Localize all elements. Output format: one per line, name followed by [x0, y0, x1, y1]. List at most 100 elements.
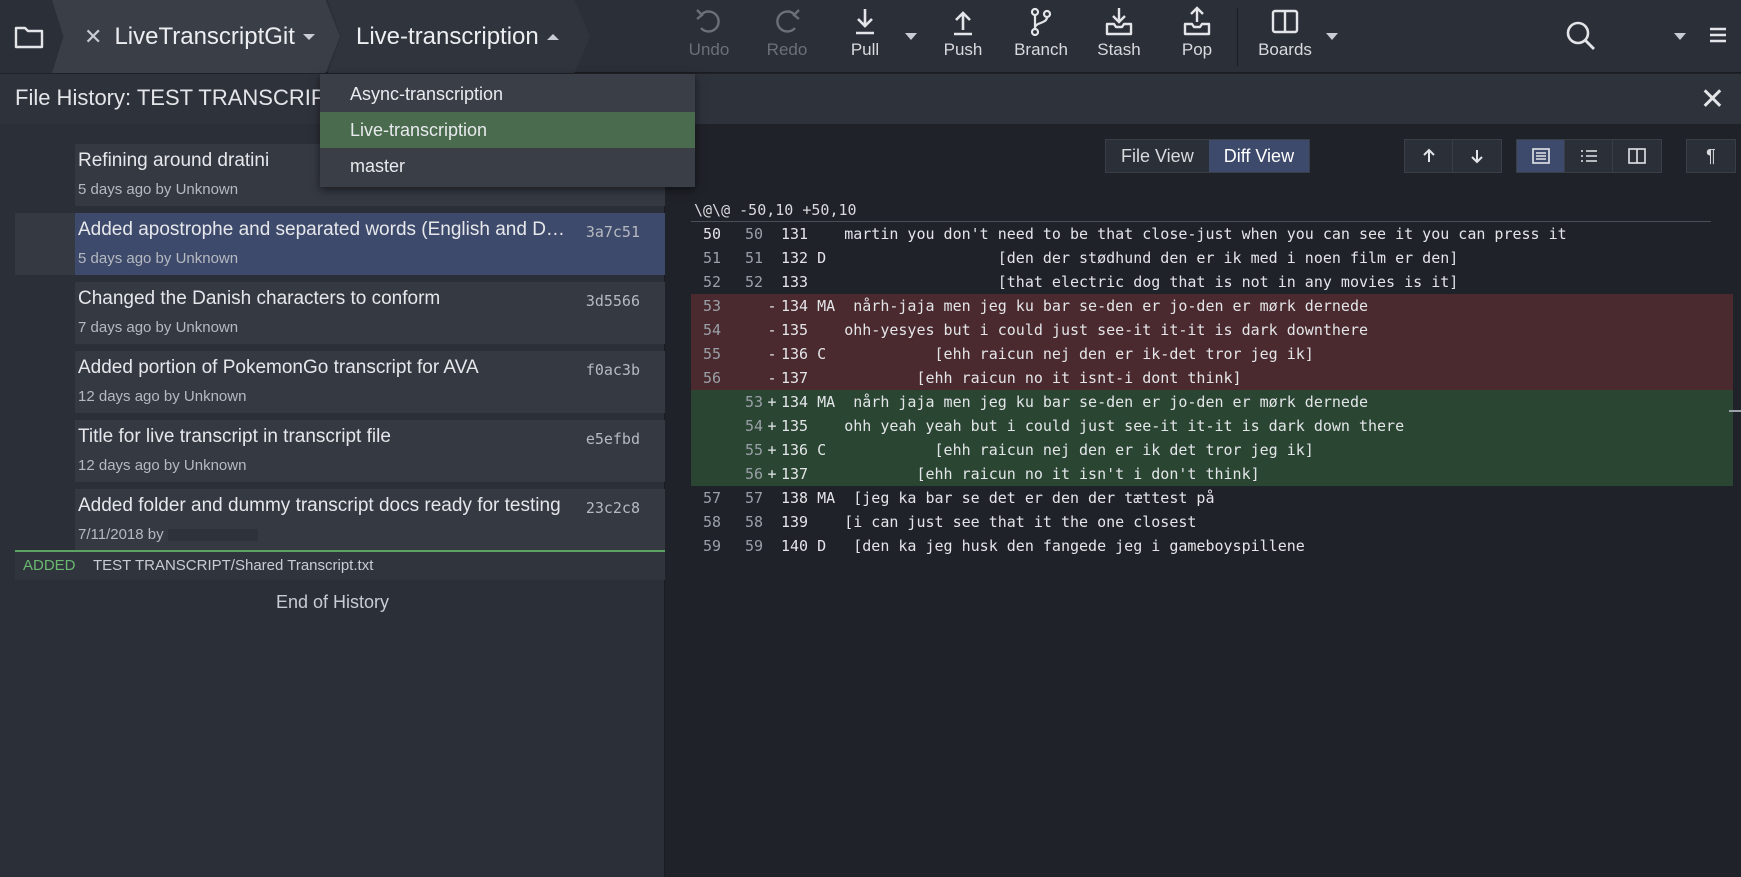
old-line-number: 54 [702, 321, 721, 339]
pull-options-chevron-icon[interactable] [905, 33, 917, 40]
next-hunk-button[interactable] [1453, 140, 1501, 172]
diff-sign: - [767, 369, 777, 387]
pull-button[interactable]: Pull [830, 6, 900, 66]
boards-icon [1271, 9, 1299, 34]
hunk-header: \@\@ -50,10 +50,10 [691, 198, 1711, 222]
diff-line-del: 54 -135 ohh-yesyes but i could just see-i… [691, 318, 1733, 342]
diff-line-ctx: 57 57 138 MA [jeg ka bar se det er den der… [691, 486, 1733, 510]
pull-label: Pull [850, 40, 880, 59]
new-line-number: 52 [744, 273, 763, 291]
boards-button[interactable]: Boards [1250, 6, 1320, 66]
diff-line-ctx: 51 51 132 D [den der stødhund den er ik me… [691, 246, 1733, 270]
new-line-number: 59 [744, 537, 763, 555]
hunk-view-button[interactable] [1517, 140, 1565, 172]
diff-content: \@\@ -50,10 +50,10 50 50 131 martin you do… [691, 198, 1733, 558]
new-line-number: 54 [744, 417, 763, 435]
list-icon [1580, 150, 1597, 162]
diff-sign: + [767, 417, 777, 435]
pop-label: Pop [1181, 40, 1213, 59]
commit-graph-gutter [15, 213, 75, 275]
line-content: 134 MA nårh jaja men jeg ku bar se-den e… [781, 393, 1368, 411]
open-repo-button[interactable] [0, 0, 58, 73]
repo-tab[interactable]: ✕ LiveTranscriptGit [52, 0, 340, 73]
undo-icon [696, 9, 720, 33]
show-whitespace-button[interactable]: ¶ [1687, 140, 1735, 172]
line-content: 133 [that electric dog that is not in an… [781, 273, 1459, 291]
commit-meta: 5 days ago by Unknown [78, 181, 239, 198]
search-button[interactable] [1565, 20, 1597, 57]
commit-meta: 7 days ago by Unknown [78, 319, 239, 336]
pull-icon [856, 9, 874, 35]
main-menu-button[interactable] [1708, 25, 1728, 50]
new-line-number: 50 [744, 225, 763, 243]
push-label: Push [943, 40, 983, 59]
commit-message: Changed the Danish characters to conform [78, 288, 441, 309]
branch-selector[interactable]: Live-transcription [328, 0, 590, 73]
close-icon[interactable]: ✕ [84, 24, 102, 50]
diff-line-ctx: 58 58 139 [i can just see that it the one … [691, 510, 1733, 534]
file-history-header: File History: TEST TRANSCRIPT/Shared Tra… [0, 74, 1741, 124]
search-options-chevron-icon[interactable] [1674, 33, 1686, 40]
stash-button[interactable]: Stash [1084, 6, 1154, 66]
pop-icon [1183, 6, 1211, 36]
line-content: 138 MA [jeg ka bar se det er den der tæt… [781, 489, 1215, 507]
split-view-icon [1628, 148, 1646, 164]
commit-row[interactable]: Changed the Danish characters to conform… [15, 282, 665, 344]
close-file-history-icon[interactable]: ✕ [1700, 82, 1725, 117]
commit-history-pane: Refining around dratini 5 days ago by Un… [0, 124, 665, 877]
commit-row[interactable]: Added folder and dummy transcript docs r… [15, 489, 665, 551]
scrollbar-marker[interactable] [1729, 410, 1741, 412]
diff-line-ctx: 52 52 133 [that electric dog that is not i… [691, 270, 1733, 294]
commit-message: Added apostrophe and separated words (En… [78, 219, 568, 240]
diff-layout-options [1516, 139, 1662, 173]
boards-options-chevron-icon[interactable] [1326, 33, 1338, 40]
commit-message: Title for live transcript in transcript … [78, 426, 391, 447]
commit-row[interactable]: Added portion of PokemonGo transcript fo… [15, 351, 665, 413]
toolbar-divider [1237, 8, 1238, 66]
commit-meta: 5 days ago by Unknown [78, 250, 239, 267]
stash-icon [1105, 8, 1133, 36]
line-content: 136 C [ehh raicun nej den er ik det tror… [781, 441, 1314, 459]
branch-name: Live-transcription [356, 22, 539, 50]
hamburger-menu-icon [1710, 27, 1726, 43]
diff-sign: - [767, 345, 777, 363]
commit-meta-text: 7/11/2018 by [78, 526, 164, 543]
commit-meta: 12 days ago by Unknown [78, 388, 247, 405]
undo-button[interactable]: Undo [674, 6, 744, 66]
previous-hunk-button[interactable] [1405, 140, 1453, 172]
line-content: 131 martin you don't need to be that clo… [781, 225, 1567, 243]
redo-button[interactable]: Redo [752, 6, 822, 66]
diff-sign: - [767, 297, 777, 315]
dropdown-item-master[interactable]: master [320, 148, 695, 184]
dropdown-item-live-transcription[interactable]: Live-transcription [320, 112, 695, 148]
pop-button[interactable]: Pop [1162, 6, 1232, 66]
diff-lines: 50 50 131 martin you don't need to be that… [691, 222, 1733, 558]
diff-line-add: 55 +136 C [ehh raicun nej den er ik det t… [691, 438, 1733, 462]
line-content: 137 [ehh raicun no it isnt-i dont think] [781, 369, 1242, 387]
new-line-number: 51 [744, 249, 763, 267]
top-toolbar: ✕ LiveTranscriptGit Live-transcription U… [0, 0, 1741, 73]
dropdown-item-async-transcription[interactable]: Async-transcription [320, 76, 695, 112]
commit-row-selected[interactable]: Added apostrophe and separated words (En… [15, 213, 665, 275]
old-line-number: 56 [702, 369, 721, 387]
diff-line-ctx: 50 50 131 martin you don't need to be that… [691, 222, 1733, 246]
diff-view-button[interactable]: Diff View [1208, 140, 1310, 172]
commit-row[interactable]: Title for live transcript in transcript … [15, 420, 665, 482]
file-status-badge: ADDED [23, 557, 76, 574]
push-button[interactable]: Push [928, 6, 998, 66]
branch-button[interactable]: Branch [1006, 6, 1076, 66]
branch-icon [1030, 7, 1052, 37]
line-content: 139 [i can just see that it the one clos… [781, 513, 1197, 531]
split-view-button[interactable] [1613, 140, 1661, 172]
inline-view-button[interactable] [1565, 140, 1613, 172]
redo-icon [776, 9, 800, 33]
new-line-number: 53 [744, 393, 763, 411]
commit-list: Refining around dratini 5 days ago by Un… [15, 144, 665, 558]
diff-line-del: 55 -136 C [ehh raicun nej den er ik-det t… [691, 342, 1733, 366]
diff-line-add: 56 +137 [ehh raicun no it isn't i don't t… [691, 462, 1733, 486]
diff-sign: - [767, 321, 777, 339]
view-toggle: File View Diff View [1105, 139, 1311, 173]
file-view-button[interactable]: File View [1106, 140, 1209, 172]
diff-line-add: 53 +134 MA nårh jaja men jeg ku bar se-de… [691, 390, 1733, 414]
changed-file-row[interactable]: ADDED TEST TRANSCRIPT/Shared Transcript.… [15, 550, 665, 580]
